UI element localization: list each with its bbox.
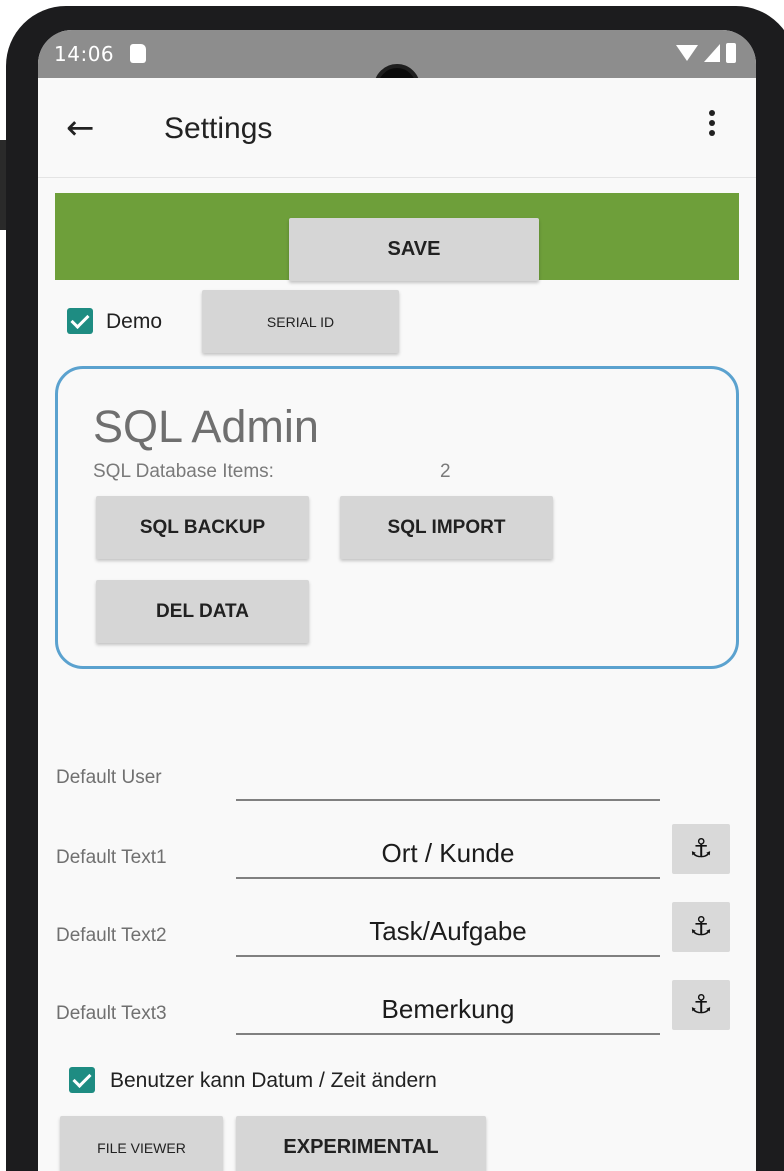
arrow-left-icon[interactable]: ← (66, 108, 106, 148)
default-text1-value[interactable]: Ort / Kunde (236, 838, 660, 869)
battery-icon (726, 43, 736, 63)
default-text2-field[interactable] (236, 955, 660, 957)
experimental-button[interactable]: EXPERIMENTAL (236, 1116, 486, 1171)
signal-icon (704, 44, 720, 62)
more-vert-icon[interactable] (702, 110, 722, 150)
phone-screen: 14:06 ← Settings SAVE Demo SERIAL ID SQL… (38, 30, 756, 1171)
phone-side-button (0, 140, 6, 230)
default-text3-field[interactable] (236, 1033, 660, 1035)
sd-card-icon (130, 44, 146, 63)
default-text1-field[interactable] (236, 877, 660, 879)
demo-label: Demo (106, 310, 163, 333)
default-text2-label: Default Text2 (56, 925, 167, 946)
anchor-icon[interactable]: ⚓ (672, 980, 730, 1030)
wifi-icon (676, 45, 698, 61)
page-title: Settings (164, 112, 273, 145)
del-data-button[interactable]: DEL DATA (96, 580, 309, 643)
app-bar: ← Settings (38, 78, 756, 178)
file-viewer-button[interactable]: FILE VIEWER (60, 1116, 223, 1171)
sql-items-label: SQL Database Items: (93, 461, 274, 482)
settings-content: SAVE Demo SERIAL ID SQL Admin SQL Databa… (38, 179, 756, 1171)
default-user-field[interactable] (236, 799, 660, 801)
default-text1-label: Default Text1 (56, 847, 167, 868)
anchor-icon[interactable]: ⚓ (672, 902, 730, 952)
status-time: 14:06 (54, 42, 115, 66)
date-time-checkbox[interactable] (69, 1067, 95, 1093)
default-text3-label: Default Text3 (56, 1003, 167, 1024)
default-text3-value[interactable]: Bemerkung (236, 994, 660, 1025)
serial-id-button[interactable]: SERIAL ID (202, 290, 399, 353)
default-text2-value[interactable]: Task/Aufgabe (236, 916, 660, 947)
save-band: SAVE (55, 193, 739, 281)
sql-admin-panel: SQL Admin SQL Database Items: 2 SQL BACK… (55, 366, 739, 669)
status-icons (676, 43, 736, 63)
sql-import-button[interactable]: SQL IMPORT (340, 496, 553, 559)
sql-admin-title: SQL Admin (93, 401, 319, 452)
save-button[interactable]: SAVE (289, 218, 539, 281)
default-user-label: Default User (56, 767, 162, 788)
sql-backup-button[interactable]: SQL BACKUP (96, 496, 309, 559)
sql-items-count: 2 (440, 461, 451, 482)
anchor-icon[interactable]: ⚓ (672, 824, 730, 874)
date-time-label: Benutzer kann Datum / Zeit ändern (110, 1069, 437, 1092)
demo-checkbox[interactable] (67, 308, 93, 334)
